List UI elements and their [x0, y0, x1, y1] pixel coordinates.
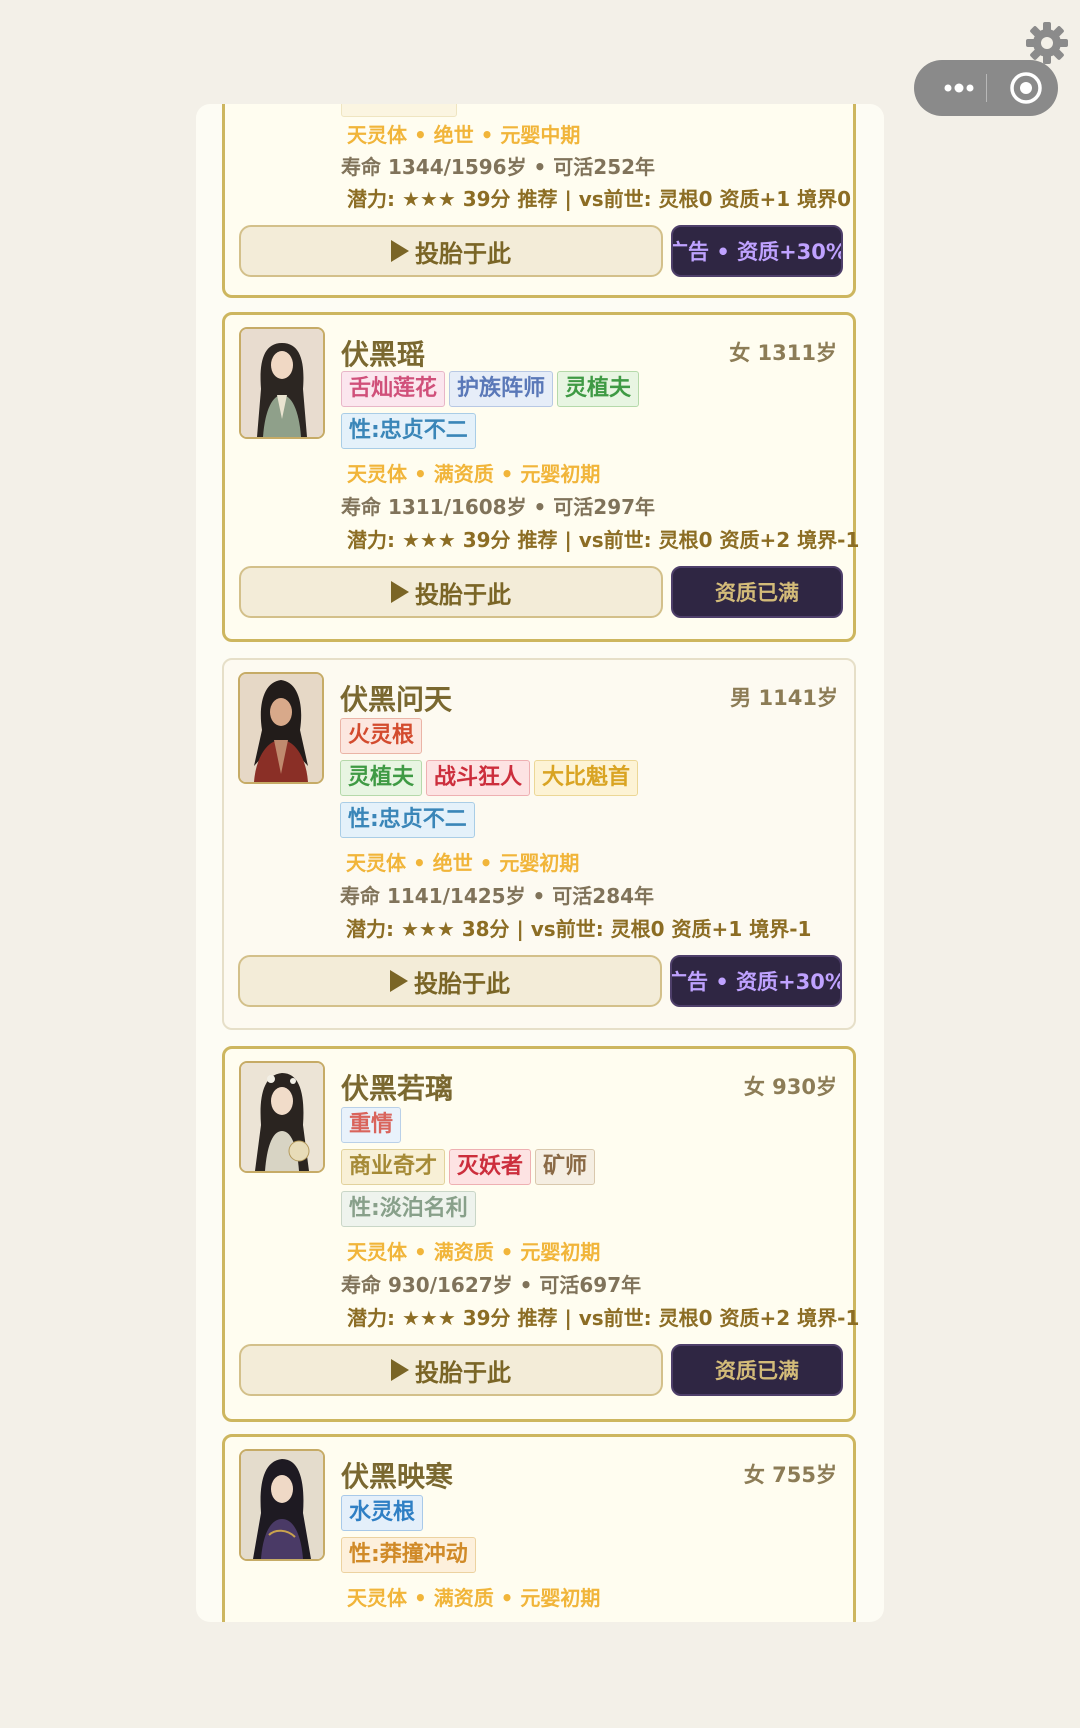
reincarnate-label: 投胎于此: [415, 580, 511, 609]
reincarnate-button[interactable]: 投胎于此: [239, 1344, 663, 1396]
candidate-name: 伏黑若璃: [341, 1072, 454, 1105]
tag: 战斗狂人: [426, 760, 531, 796]
quality-line: 天灵体 • 绝世 • 元婴中期: [347, 123, 581, 147]
reincarnate-label: 投胎于此: [414, 969, 510, 998]
candidate-card: 伏黑若璃 女 930岁 重情 商业奇才 灭妖者 矿师 性:淡泊名利 天灵体 • …: [222, 1046, 860, 1422]
capsule-divider: [986, 74, 987, 102]
more-dots-icon[interactable]: [932, 60, 986, 116]
mini-program-capsule: [914, 60, 1058, 116]
reincarnate-label: 投胎于此: [415, 239, 511, 268]
play-icon: [390, 970, 408, 992]
tag-row: 性:淡泊名利: [341, 1191, 476, 1227]
candidate-list-panel: 天灵体 • 绝世 • 元婴中期 寿命 1344/1596岁 • 可活252年 潜…: [196, 104, 884, 1622]
candidate-card: 天灵体 • 绝世 • 元婴中期 寿命 1344/1596岁 • 可活252年 潜…: [222, 104, 856, 298]
gender-age: 女 755岁: [743, 1463, 837, 1487]
tag: 重情: [341, 1107, 402, 1143]
portrait-avatar: [239, 327, 325, 439]
reincarnate-button[interactable]: 投胎于此: [238, 955, 662, 1007]
quality-line: 天灵体 • 满资质 • 元婴初期: [347, 1586, 601, 1610]
candidate-name: 伏黑映寒: [341, 1460, 454, 1493]
play-icon: [391, 581, 409, 603]
candidate-card: 伏黑问天 男 1141岁 火灵根 灵植夫 战斗狂人 大比魁首 性:忠贞不二 天灵…: [222, 658, 856, 1030]
reincarnate-label: 投胎于此: [415, 1358, 511, 1387]
portrait-avatar: [239, 1061, 325, 1173]
lifespan-line: 寿命 1311/1608岁 • 可活297年: [341, 495, 656, 519]
tag-row: 性:忠贞不二: [341, 413, 476, 449]
spirit-root-tag: 水灵根: [341, 1495, 424, 1531]
target-circle-icon[interactable]: [1002, 60, 1056, 116]
aptitude-full-button[interactable]: 资质已满: [671, 566, 843, 618]
tag: [341, 104, 457, 117]
spirit-root-tag: 火灵根: [340, 718, 423, 754]
tag: 舌灿莲花: [341, 371, 446, 407]
tag-row: 性:忠贞不二: [340, 802, 475, 838]
potential-line: 潜力: ★★★ 38分 | vs前世: 灵根0 资质+1 境界-1: [346, 917, 812, 941]
portrait-avatar: [238, 672, 324, 784]
quality-line: 天灵体 • 绝世 • 元婴初期: [346, 851, 580, 875]
tag-row: 灵植夫 战斗狂人 大比魁首: [340, 760, 639, 796]
gender-age: 女 930岁: [743, 1075, 837, 1099]
reincarnate-button[interactable]: 投胎于此: [239, 566, 663, 618]
tag: 灵植夫: [557, 371, 640, 407]
tag: 商业奇才: [341, 1149, 446, 1185]
tag: 矿师: [535, 1149, 596, 1185]
tag-row: 重情: [341, 1107, 402, 1143]
potential-line: 潜力: ★★★ 39分 推荐 | vs前世: 灵根0 资质+2 境界-1: [347, 1306, 860, 1330]
tag-row: [341, 104, 457, 117]
candidate-name: 伏黑瑶: [341, 338, 426, 371]
quality-line: 天灵体 • 满资质 • 元婴初期: [347, 1240, 601, 1264]
potential-line: 潜力: ★★★ 39分 推荐 | vs前世: 灵根0 资质+1 境界0: [347, 187, 852, 211]
aptitude-full-button[interactable]: 资质已满: [671, 1344, 843, 1396]
tag: 灵植夫: [340, 760, 423, 796]
tag: 灭妖者: [449, 1149, 532, 1185]
tag-row: 舌灿莲花 护族阵师 灵植夫: [341, 371, 640, 407]
tag: 护族阵师: [449, 371, 554, 407]
lifespan-line: 寿命 930/1627岁 • 可活697年: [341, 1273, 642, 1297]
tag-row: 水灵根: [341, 1495, 424, 1531]
lifespan-line: 寿命 1344/1596岁 • 可活252年: [341, 155, 656, 179]
potential-line: 潜力: ★★★ 39分 推荐 | vs前世: 灵根0 资质+2 境界-1: [347, 528, 860, 552]
tag-row: 火灵根: [340, 718, 423, 754]
gender-age: 男 1141岁: [730, 686, 838, 710]
candidate-card: 伏黑瑶 女 1311岁 舌灿莲花 护族阵师 灵植夫 性:忠贞不二 天灵体 • 满…: [222, 312, 860, 642]
quality-line: 天灵体 • 满资质 • 元婴初期: [347, 462, 601, 486]
lifespan-line: 寿命 1141/1425岁 • 可活284年: [340, 884, 655, 908]
tag-row: 商业奇才 灭妖者 矿师: [341, 1149, 596, 1185]
tag: 大比魁首: [534, 760, 639, 796]
personality-tag: 性:莽撞冲动: [341, 1537, 476, 1573]
candidate-name: 伏黑问天: [340, 683, 453, 716]
personality-tag: 性:忠贞不二: [341, 413, 476, 449]
personality-tag: 性:忠贞不二: [340, 802, 475, 838]
portrait-avatar: [239, 1449, 325, 1561]
gender-age: 女 1311岁: [729, 341, 837, 365]
ad-boost-button[interactable]: 广告 • 资质+30%: [671, 225, 843, 277]
play-icon: [391, 240, 409, 262]
candidate-card: 伏黑映寒 女 755岁 水灵根 性:莽撞冲动 天灵体 • 满资质 • 元婴初期: [222, 1434, 856, 1622]
reincarnate-button[interactable]: 投胎于此: [239, 225, 663, 277]
ad-boost-button[interactable]: 广告 • 资质+30%: [670, 955, 842, 1007]
personality-tag: 性:淡泊名利: [341, 1191, 476, 1227]
play-icon: [391, 1359, 409, 1381]
tag-row: 性:莽撞冲动: [341, 1537, 476, 1573]
